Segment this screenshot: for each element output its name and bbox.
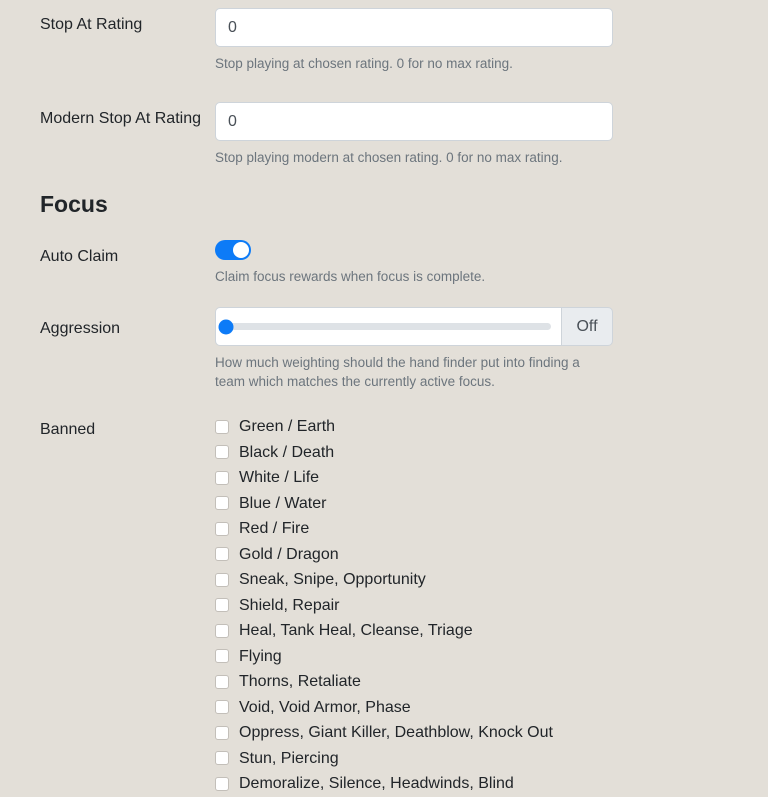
checkbox-icon[interactable] [215,419,229,434]
modern-stop-at-rating-input[interactable] [215,102,613,141]
slider-thumb[interactable] [218,319,234,334]
auto-claim-label: Auto Claim [40,248,119,265]
auto-claim-control: Claim focus rewards when focus is comple… [215,240,613,286]
banned-checkbox-label: Demoralize, Silence, Headwinds, Blind [239,775,514,793]
aggression-help: How much weighting should the hand finde… [215,355,580,389]
banned-checkbox-item[interactable]: Shield, Repair [215,593,768,619]
settings-page: Stop At Rating Stop playing at chosen ra… [0,0,768,792]
field-banned: Banned Green / Earth Black / Death White /… [0,414,768,797]
checkbox-icon[interactable] [215,700,229,715]
banned-checkbox-item[interactable]: Oppress, Giant Killer, Deathblow, Knock … [215,720,768,746]
checkbox-icon[interactable] [215,776,229,791]
banned-checkbox-item[interactable]: Gold / Dragon [215,542,768,568]
checkbox-icon[interactable] [215,598,229,613]
auto-claim-toggle[interactable] [215,240,251,260]
banned-control: Green / Earth Black / Death White / Life Bl… [215,414,768,797]
stop-at-rating-label: Stop At Rating [40,16,143,33]
banned-checkbox-label: Green / Earth [239,418,336,436]
modern-stop-at-rating-label: Modern Stop At Rating [40,110,201,127]
banned-checkbox-label: Sneak, Snipe, Opportunity [239,571,426,589]
banned-checkbox-label: Oppress, Giant Killer, Deathblow, Knock … [239,724,553,742]
banned-checkbox-label: Heal, Tank Heal, Cleanse, Triage [239,622,473,640]
banned-checkbox-label: Shield, Repair [239,596,340,614]
checkbox-icon[interactable] [215,751,229,766]
banned-checkbox-label: Black / Death [239,443,335,461]
checkbox-icon[interactable] [215,547,229,562]
banned-checkbox-item[interactable]: Stun, Piercing [215,746,768,772]
banned-label: Banned [40,421,96,438]
aggression-slider-group: Off [215,307,613,346]
field-modern-stop-at-rating: Modern Stop At Rating Stop playing moder… [0,102,768,167]
field-auto-claim: Auto Claim Claim focus rewards when focu… [0,240,768,286]
banned-checkbox-item[interactable]: Thorns, Retaliate [215,669,768,695]
checkbox-icon[interactable] [215,649,229,664]
stop-at-rating-control: Stop playing at chosen rating. 0 for no … [215,8,613,73]
toggle-knob [233,242,249,258]
checkbox-icon[interactable] [215,496,229,511]
aggression-control: Off How much weighting should the hand f… [215,307,613,391]
modern-stop-at-rating-help: Stop playing modern at chosen rating. 0 … [215,150,563,165]
auto-claim-help: Claim focus rewards when focus is comple… [215,269,486,284]
modern-stop-at-rating-control: Stop playing modern at chosen rating. 0 … [215,102,613,167]
slider-track [218,319,551,334]
banned-checkbox-label: White / Life [239,469,320,487]
banned-checkbox-item[interactable]: Heal, Tank Heal, Cleanse, Triage [215,618,768,644]
banned-checkbox-label: Void, Void Armor, Phase [239,698,411,716]
checkbox-icon[interactable] [215,572,229,587]
banned-checkbox-item[interactable]: White / Life [215,465,768,491]
field-aggression: Aggression Off How much weighting should… [0,307,768,391]
stop-at-rating-input[interactable] [215,8,613,47]
checkbox-icon[interactable] [215,725,229,740]
banned-checkbox-item[interactable]: Void, Void Armor, Phase [215,695,768,721]
banned-checkbox-list: Green / Earth Black / Death White / Life Bl… [215,414,768,797]
focus-section-heading: Focus [40,191,108,217]
banned-checkbox-item[interactable]: Blue / Water [215,491,768,517]
banned-checkbox-label: Red / Fire [239,520,310,538]
field-stop-at-rating: Stop At Rating Stop playing at chosen ra… [0,0,768,73]
checkbox-icon[interactable] [215,623,229,638]
banned-checkbox-label: Gold / Dragon [239,545,339,563]
banned-checkbox-item[interactable]: Black / Death [215,440,768,466]
checkbox-icon[interactable] [215,521,229,536]
checkbox-icon[interactable] [215,470,229,485]
banned-checkbox-item[interactable]: Sneak, Snipe, Opportunity [215,567,768,593]
banned-checkbox-label: Flying [239,647,282,665]
banned-checkbox-label: Thorns, Retaliate [239,673,361,691]
stop-at-rating-help: Stop playing at chosen rating. 0 for no … [215,56,513,71]
banned-checkbox-item[interactable]: Green / Earth [215,414,768,440]
banned-checkbox-item[interactable]: Demoralize, Silence, Headwinds, Blind [215,771,768,797]
banned-checkbox-item[interactable]: Red / Fire [215,516,768,542]
aggression-slider[interactable] [215,307,561,346]
banned-checkbox-label: Stun, Piercing [239,749,339,767]
checkbox-icon[interactable] [215,674,229,689]
banned-checkbox-label: Blue / Water [239,494,327,512]
checkbox-icon[interactable] [215,445,229,460]
aggression-value-addon: Off [561,307,613,346]
banned-checkbox-item[interactable]: Flying [215,644,768,670]
aggression-label: Aggression [40,320,121,337]
